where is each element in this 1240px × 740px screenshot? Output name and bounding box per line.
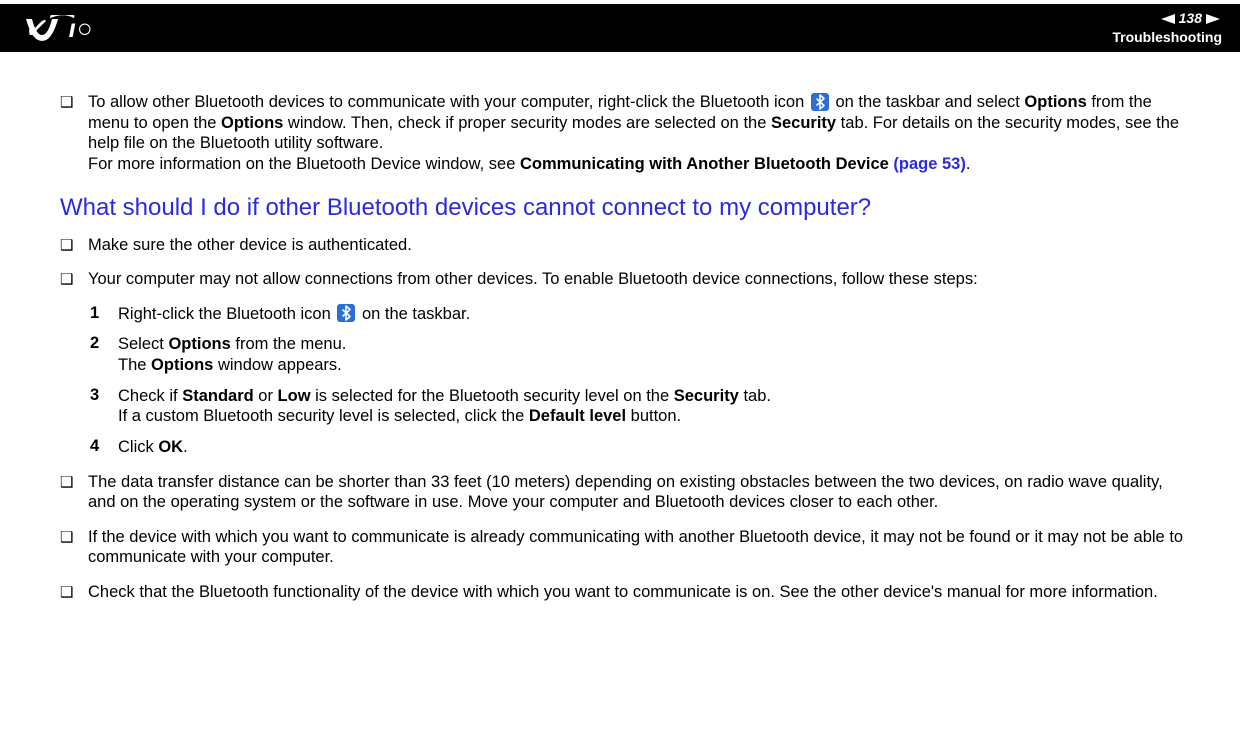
bullet-item: ❑ To allow other Bluetooth devices to co… [60, 92, 1190, 175]
text: . [183, 438, 188, 456]
step-number: 4 [90, 437, 118, 457]
text: Select [118, 335, 168, 353]
text: Your computer may not allow connections … [88, 269, 1190, 290]
question-heading: What should I do if other Bluetooth devi… [60, 193, 1190, 223]
text: or [254, 387, 278, 405]
text-bold: Low [278, 387, 311, 405]
page-number: 138 [1179, 10, 1202, 26]
bullet-marker: ❑ [60, 92, 88, 112]
text: on the taskbar and select [831, 93, 1025, 111]
bullet-item: ❑ The data transfer distance can be shor… [60, 472, 1190, 513]
text-bold: Standard [182, 387, 254, 405]
text: Click [118, 438, 158, 456]
text-bold: Options [221, 114, 283, 132]
text: The [118, 356, 151, 374]
nav-next-icon[interactable] [1206, 14, 1220, 24]
text: Make sure the other device is authentica… [88, 235, 1190, 256]
bullet-marker: ❑ [60, 527, 88, 547]
text: Check that the Bluetooth functionality o… [88, 582, 1190, 603]
step-item: 4 Click OK. [90, 437, 1190, 458]
nav-prev-icon[interactable] [1161, 14, 1175, 24]
bullet-item: ❑ Check that the Bluetooth functionality… [60, 582, 1190, 603]
step-number: 3 [90, 386, 118, 406]
text: For more information on the Bluetooth De… [88, 155, 520, 173]
text-bold: OK [158, 438, 183, 456]
header-bar: ✓⁀ı○ 138 Troubleshooting [0, 4, 1240, 52]
bullet-marker: ❑ [60, 235, 88, 255]
text-bold: Security [771, 114, 836, 132]
header-right: 138 Troubleshooting [1112, 10, 1222, 45]
svg-text:✓⁀ı○: ✓⁀ı○ [24, 15, 94, 41]
bullet-marker: ❑ [60, 582, 88, 602]
bullet-item: ❑ Your computer may not allow connection… [60, 269, 1190, 290]
text: tab. [739, 387, 771, 405]
text-bold: Options [151, 356, 213, 374]
text: If the device with which you want to com… [88, 527, 1190, 568]
text-bold: Options [168, 335, 230, 353]
page-link[interactable]: (page 53) [889, 155, 966, 173]
bluetooth-icon [811, 93, 829, 111]
text: is selected for the Bluetooth security l… [311, 387, 674, 405]
step-number: 2 [90, 334, 118, 354]
text: The data transfer distance can be shorte… [88, 472, 1190, 513]
text: button. [626, 407, 681, 425]
step-item: 2 Select Options from the menu. The Opti… [90, 334, 1190, 375]
text: If a custom Bluetooth security level is … [118, 407, 529, 425]
step-item: 3 Check if Standard or Low is selected f… [90, 386, 1190, 427]
text: To allow other Bluetooth devices to comm… [88, 93, 809, 111]
step-number: 1 [90, 304, 118, 324]
bullet-item: ❑ If the device with which you want to c… [60, 527, 1190, 568]
bluetooth-icon [337, 304, 355, 322]
text: from the menu. [231, 335, 347, 353]
bullet-marker: ❑ [60, 472, 88, 492]
text: . [966, 155, 971, 173]
text: Right-click the Bluetooth icon [118, 305, 335, 323]
section-label: Troubleshooting [1112, 29, 1222, 45]
page-content: ❑ To allow other Bluetooth devices to co… [0, 52, 1240, 637]
text-bold: Security [674, 387, 739, 405]
text: on the taskbar. [357, 305, 470, 323]
text-bold: Default level [529, 407, 626, 425]
vaio-logo: ✓⁀ı○ [24, 15, 154, 41]
text: window appears. [213, 356, 341, 374]
bullet-item: ❑ Make sure the other device is authenti… [60, 235, 1190, 256]
text-bold: Options [1024, 93, 1086, 111]
bullet-marker: ❑ [60, 269, 88, 289]
text: Check if [118, 387, 182, 405]
text: window. Then, check if proper security m… [283, 114, 771, 132]
text-bold: Communicating with Another Bluetooth Dev… [520, 155, 889, 173]
step-item: 1 Right-click the Bluetooth icon on the … [90, 304, 1190, 325]
